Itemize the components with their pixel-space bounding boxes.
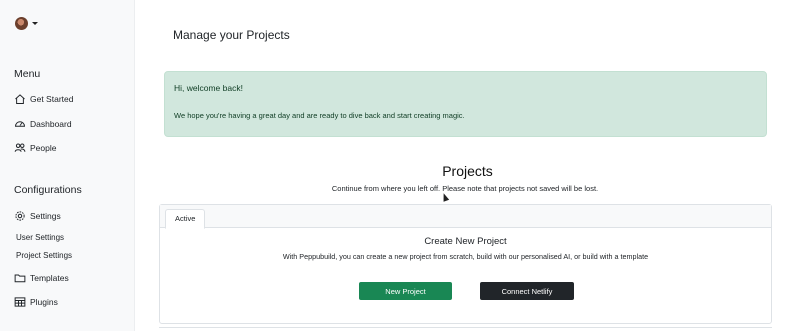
new-project-button[interactable]: New Project	[359, 282, 452, 300]
alert-text: We hope you're having a great day and ar…	[174, 111, 465, 120]
sidebar-item-plugins[interactable]: Plugins	[14, 296, 58, 308]
card-tabs: Active	[160, 205, 771, 229]
projects-heading: Projects	[442, 163, 493, 179]
alert-title: Hi, welcome back!	[174, 83, 243, 93]
sidebar-item-label: Get Started	[30, 94, 74, 104]
configurations-title: Configurations	[14, 184, 82, 196]
sidebar: Menu Get Started Dashboard People Config…	[0, 0, 135, 331]
projects-subtitle: Continue from where you left off. Please…	[331, 184, 599, 193]
mouse-cursor	[440, 192, 450, 202]
card-title: Create New Project	[424, 236, 507, 247]
folder-icon	[14, 274, 26, 283]
sidebar-item-settings[interactable]: Settings	[14, 210, 61, 222]
connect-netlify-button[interactable]: Connect Netlify	[480, 282, 574, 300]
sidebar-item-people[interactable]: People	[14, 142, 56, 154]
sidebar-item-dashboard[interactable]: Dashboard	[14, 118, 72, 130]
welcome-alert: Hi, welcome back! We hope you're having …	[164, 71, 767, 137]
sidebar-item-user-settings[interactable]: User Settings	[16, 233, 64, 242]
main-content: Manage your Projects Hi, welcome back! W…	[135, 0, 800, 331]
user-menu-toggle[interactable]	[15, 17, 38, 30]
caret-down-icon[interactable]	[32, 22, 38, 25]
sidebar-item-label: Templates	[30, 273, 69, 283]
speedometer-icon	[15, 121, 25, 127]
projects-card: Active Create New Project With Peppubuil…	[159, 204, 772, 324]
sidebar-item-label: Settings	[30, 211, 61, 221]
sidebar-item-get-started[interactable]: Get Started	[14, 93, 73, 105]
gear-icon	[15, 211, 25, 221]
home-icon	[15, 94, 25, 104]
people-icon	[14, 143, 26, 152]
avatar[interactable]	[15, 17, 28, 30]
sidebar-item-templates[interactable]: Templates	[14, 272, 69, 284]
page-title: Manage your Projects	[173, 28, 290, 42]
next-card-edge	[159, 327, 772, 331]
card-text: With Peppubuild, you can create a new pr…	[282, 252, 649, 261]
tab-active[interactable]: Active	[165, 209, 206, 229]
table-icon	[14, 297, 26, 307]
sidebar-item-project-settings[interactable]: Project Settings	[16, 251, 72, 260]
sidebar-item-label: Plugins	[30, 297, 58, 307]
sidebar-item-label: People	[30, 143, 57, 153]
menu-title: Menu	[14, 68, 41, 80]
sidebar-item-label: Dashboard	[30, 119, 72, 129]
